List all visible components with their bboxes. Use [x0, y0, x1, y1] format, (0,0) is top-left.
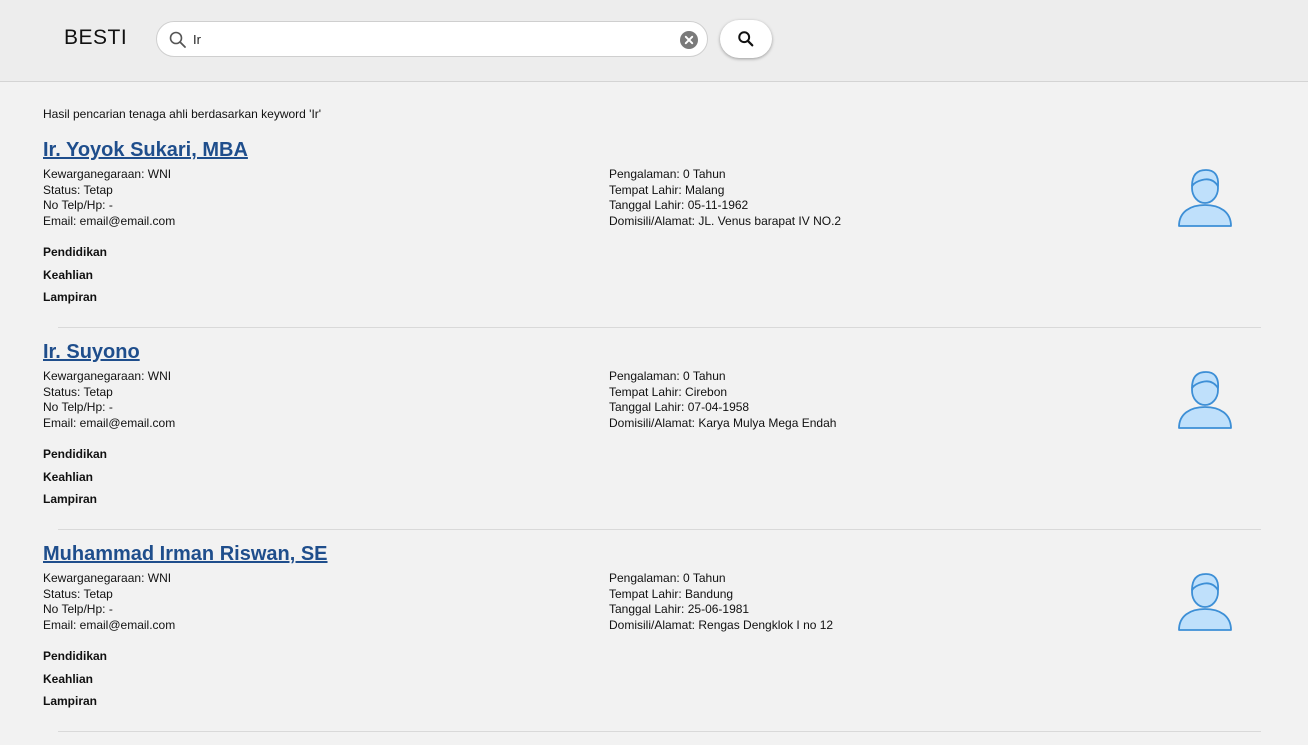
- tempat-lahir-text: Tempat Lahir: Malang: [609, 182, 725, 197]
- expert-info-right: Pengalaman: 0 Tahun Tempat Lahir: Bandun…: [609, 571, 833, 633]
- search-icon: [738, 31, 754, 47]
- pengalaman-text: Pengalaman: 0 Tahun: [609, 369, 726, 383]
- expert-name-link[interactable]: Muhammad Irman Riswan, SE: [43, 543, 328, 566]
- keahlian-link[interactable]: Keahlian: [43, 264, 107, 287]
- status-text: Status: Tetap: [43, 586, 113, 601]
- search-input[interactable]: [193, 29, 663, 49]
- pendidikan-link[interactable]: Pendidikan: [43, 241, 107, 264]
- tempat-lahir-text: Tempat Lahir: Cirebon: [609, 384, 728, 399]
- expert-info-left: Kewarganegaraan: WNI Status: Tetap No Te…: [43, 167, 175, 229]
- domisili-text: Domisili/Alamat: JL. Venus barapat IV NO…: [609, 213, 842, 228]
- search-icon: [169, 31, 186, 48]
- expert-info-right: Pengalaman: 0 Tahun Tempat Lahir: Malang…: [609, 167, 841, 229]
- brand-title[interactable]: BESTI: [64, 26, 127, 50]
- email-text: Email: email@email.com: [43, 213, 176, 228]
- lampiran-link[interactable]: Lampiran: [43, 286, 107, 309]
- expert-name-link[interactable]: Ir. Suyono: [43, 341, 140, 364]
- detail-links: Pendidikan Keahlian Lampiran: [43, 645, 107, 713]
- expert-name-link[interactable]: Ir. Yoyok Sukari, MBA: [43, 139, 248, 162]
- tanggal-lahir-text: Tanggal Lahir: 25-06-1981: [609, 602, 750, 616]
- detail-links: Pendidikan Keahlian Lampiran: [43, 443, 107, 511]
- expert-info-right: Pengalaman: 0 Tahun Tempat Lahir: Cirebo…: [609, 369, 836, 431]
- expert-info-left: Kewarganegaraan: WNI Status: Tetap No Te…: [43, 369, 175, 431]
- clear-icon[interactable]: [680, 31, 698, 49]
- pendidikan-link[interactable]: Pendidikan: [43, 645, 107, 668]
- result-card: Muhammad Irman Riswan, SE Kewarganegaraa…: [0, 543, 1308, 745]
- lampiran-link[interactable]: Lampiran: [43, 690, 107, 713]
- status-text: Status: Tetap: [43, 384, 113, 399]
- domisili-text: Domisili/Alamat: Rengas Dengklok I no 12: [609, 617, 834, 632]
- avatar-icon: [1178, 371, 1232, 429]
- tempat-lahir-text: Tempat Lahir: Bandung: [609, 586, 734, 601]
- avatar-icon: [1178, 169, 1232, 227]
- status-text: Status: Tetap: [43, 182, 113, 197]
- phone-text: No Telp/Hp: -: [43, 400, 113, 414]
- tanggal-lahir-text: Tanggal Lahir: 07-04-1958: [609, 400, 750, 414]
- search-box[interactable]: [156, 21, 708, 57]
- result-divider: [58, 529, 1261, 530]
- kewarganegaraan-text: Kewarganegaraan: WNI: [43, 369, 172, 383]
- lampiran-link[interactable]: Lampiran: [43, 488, 107, 511]
- kewarganegaraan-text: Kewarganegaraan: WNI: [43, 571, 172, 585]
- email-text: Email: email@email.com: [43, 617, 176, 632]
- expert-info-left: Kewarganegaraan: WNI Status: Tetap No Te…: [43, 571, 175, 633]
- search-button[interactable]: [720, 20, 772, 58]
- domisili-text: Domisili/Alamat: Karya Mulya Mega Endah: [609, 415, 837, 430]
- result-card: Ir. Yoyok Sukari, MBA Kewarganegaraan: W…: [0, 139, 1308, 341]
- result-divider: [58, 327, 1261, 328]
- keahlian-link[interactable]: Keahlian: [43, 668, 107, 691]
- results-caption: Hasil pencarian tenaga ahli berdasarkan …: [43, 107, 322, 121]
- keahlian-link[interactable]: Keahlian: [43, 466, 107, 489]
- phone-text: No Telp/Hp: -: [43, 198, 113, 212]
- pendidikan-link[interactable]: Pendidikan: [43, 443, 107, 466]
- top-bar: BESTI: [0, 0, 1308, 82]
- pengalaman-text: Pengalaman: 0 Tahun: [609, 571, 726, 585]
- detail-links: Pendidikan Keahlian Lampiran: [43, 241, 107, 309]
- kewarganegaraan-text: Kewarganegaraan: WNI: [43, 167, 172, 181]
- phone-text: No Telp/Hp: -: [43, 602, 113, 616]
- result-card: Ir. Suyono Kewarganegaraan: WNI Status: …: [0, 341, 1308, 543]
- pengalaman-text: Pengalaman: 0 Tahun: [609, 167, 726, 181]
- result-divider: [58, 731, 1261, 732]
- tanggal-lahir-text: Tanggal Lahir: 05-11-1962: [609, 198, 749, 212]
- email-text: Email: email@email.com: [43, 415, 176, 430]
- avatar-icon: [1178, 573, 1232, 631]
